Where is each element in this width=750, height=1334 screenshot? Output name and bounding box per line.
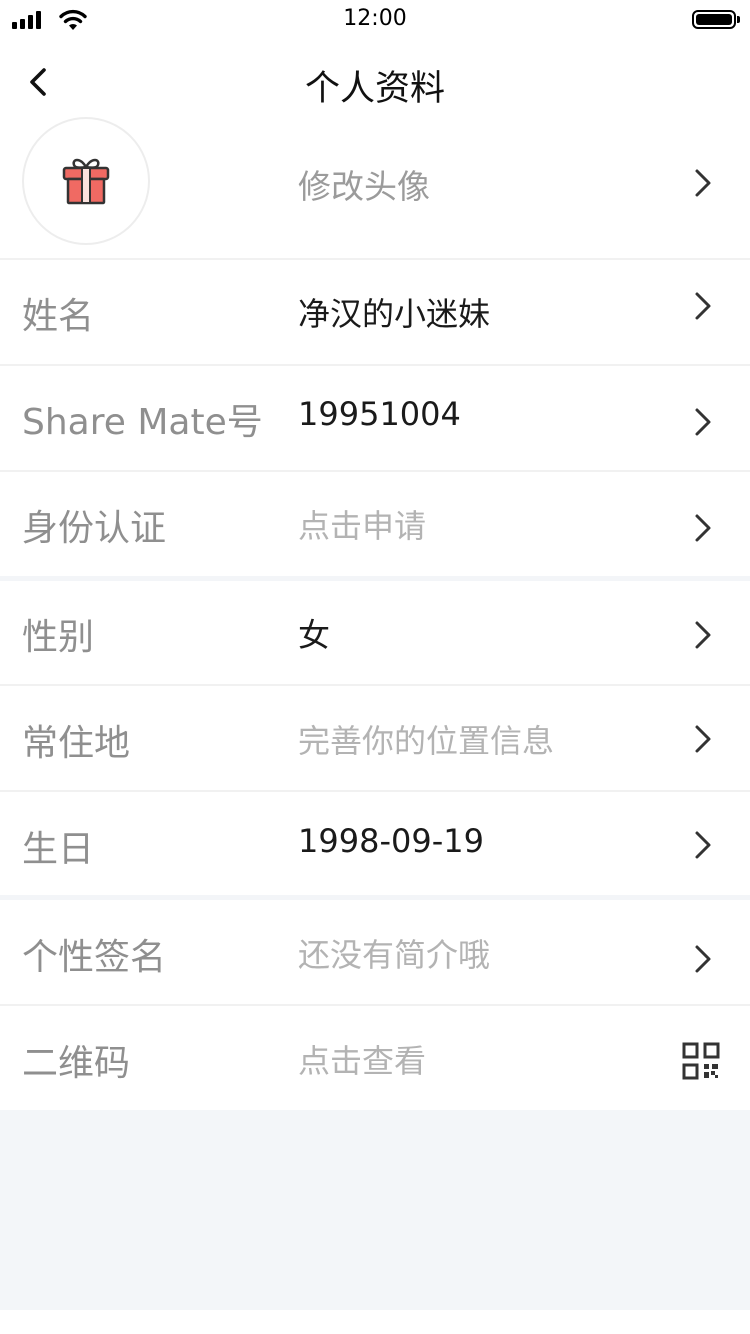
row-value: 点击申请 — [298, 507, 427, 545]
row-qr-code[interactable]: 二维码 点击查看 — [0, 1006, 750, 1112]
status-bar: 12:00 — [0, 0, 750, 40]
battery-icon — [692, 10, 740, 29]
row-share-mate-id[interactable]: Share Mate号 19951004 — [0, 365, 750, 471]
row-label: 生日 — [22, 829, 95, 870]
row-value: 点击查看 — [298, 1042, 427, 1080]
page-title: 个人资料 — [304, 69, 445, 109]
row-birthday[interactable]: 生日 1998-09-19 — [0, 792, 750, 898]
chevron-right-icon — [695, 945, 711, 973]
row-value: 1998-09-19 — [298, 822, 484, 860]
chevron-right-icon — [695, 408, 711, 436]
avatar-row[interactable]: 修改头像 — [0, 113, 750, 259]
row-label: Share Mate号 — [22, 402, 263, 443]
row-signature[interactable]: 个性签名 还没有简介哦 — [0, 900, 750, 1006]
qr-code-icon[interactable] — [682, 1042, 720, 1080]
row-label: 性别 — [22, 617, 95, 658]
row-label: 身份认证 — [22, 508, 167, 549]
row-value: 净汉的小迷妹 — [298, 295, 491, 333]
row-name[interactable]: 姓名 净汉的小迷妹 — [0, 259, 750, 365]
row-value: 还没有简介哦 — [298, 936, 491, 974]
row-identity-verification[interactable]: 身份认证 点击申请 — [0, 471, 750, 577]
avatar[interactable] — [22, 117, 150, 245]
row-label: 个性签名 — [22, 937, 167, 978]
row-value: 完善你的位置信息 — [298, 722, 555, 760]
chevron-right-icon — [695, 621, 711, 649]
chevron-right-icon — [695, 725, 711, 753]
row-label: 姓名 — [22, 296, 95, 337]
chevron-right-icon — [695, 169, 711, 197]
row-label: 常住地 — [22, 723, 131, 764]
chevron-right-icon — [695, 292, 711, 320]
empty-bottom-area — [0, 1110, 750, 1310]
row-gender[interactable]: 性别 女 — [0, 580, 750, 686]
chevron-right-icon — [695, 831, 711, 859]
row-value: 19951004 — [298, 395, 461, 433]
row-value: 女 — [298, 616, 331, 654]
chevron-right-icon — [695, 514, 711, 542]
row-label: 二维码 — [22, 1043, 131, 1084]
gift-icon — [62, 158, 110, 205]
status-time: 12:00 — [343, 6, 407, 31]
row-residence[interactable]: 常住地 完善你的位置信息 — [0, 686, 750, 792]
change-avatar-label: 修改头像 — [298, 167, 430, 206]
